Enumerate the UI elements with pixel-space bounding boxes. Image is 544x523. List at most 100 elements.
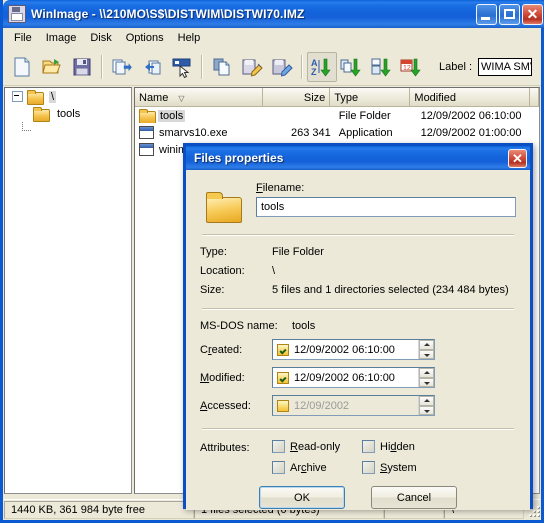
accessed-value: 12/09/2002 <box>294 399 350 412</box>
ok-button[interactable]: OK <box>259 486 345 509</box>
window-titlebar[interactable]: WinImage - \\210MO\S$\DISTWIM\DISTWI70.I… <box>3 0 544 28</box>
copy-file-button[interactable] <box>207 52 237 82</box>
inject-pencil-icon <box>272 59 293 76</box>
directory-tree[interactable]: \ tools <box>4 87 132 494</box>
write-disk-button[interactable] <box>107 52 137 82</box>
dialog-buttons: OK Cancel <box>200 486 516 509</box>
menu-options[interactable]: Options <box>119 30 171 46</box>
system-checkbox[interactable] <box>362 461 375 474</box>
svg-text:Z: Z <box>311 67 317 77</box>
column-header-name[interactable]: Name ▽ <box>135 88 264 106</box>
tree-item-root[interactable]: \ <box>5 88 131 105</box>
sort-name-button[interactable]: A Z <box>307 51 337 82</box>
attribute-system[interactable]: System <box>362 461 452 474</box>
read-disk-button[interactable] <box>137 52 167 82</box>
table-row[interactable]: smarvs10.exe 263 341 Application 12/09/2… <box>135 124 539 141</box>
main-window: WinImage - \\210MO\S$\DISTWIM\DISTWI70.I… <box>0 0 544 523</box>
window-controls: ✕ <box>476 3 544 25</box>
created-label: Created: <box>200 343 243 356</box>
new-image-button[interactable] <box>7 52 37 82</box>
column-header-modified[interactable]: Modified <box>410 88 530 106</box>
spin-up-icon <box>419 368 434 378</box>
select-properties-button[interactable] <box>167 52 197 82</box>
file-list-header: Name ▽ Size Type Modified <box>135 88 539 107</box>
copy-to-disk-icon <box>112 59 132 74</box>
sort-size-button[interactable] <box>367 52 397 82</box>
filename-input[interactable]: tools <box>256 197 516 217</box>
modified-spinner[interactable] <box>418 368 434 387</box>
accessed-spinner[interactable] <box>418 396 434 415</box>
location-value: \ <box>272 265 276 277</box>
read-only-checkbox[interactable] <box>272 440 285 453</box>
tree-expand-toggle[interactable] <box>12 91 23 102</box>
sort-type-button[interactable] <box>337 52 367 82</box>
minimize-button[interactable] <box>476 3 497 25</box>
extract-pencil-icon <box>242 59 263 76</box>
sort-date-button[interactable]: 12 <box>397 52 427 82</box>
folder-icon <box>27 89 44 105</box>
attribute-hidden[interactable]: Hidden <box>362 440 452 453</box>
close-button[interactable]: ✕ <box>522 3 543 25</box>
svg-text:12: 12 <box>403 65 411 72</box>
menu-image[interactable]: Image <box>39 30 84 46</box>
save-image-button[interactable] <box>67 52 97 82</box>
extract-button[interactable] <box>237 52 267 82</box>
file-modified-cell: 12/09/2002 06:10:00 <box>420 109 522 122</box>
toolbar-separator <box>201 54 203 79</box>
inject-button[interactable] <box>267 52 297 82</box>
menubar: File Image Disk Options Help <box>3 28 541 48</box>
divider <box>202 428 514 430</box>
msdos-name-label: MS-DOS name: <box>200 320 278 332</box>
type-value: File Folder <box>272 246 324 258</box>
created-spinbox[interactable]: 12/09/2002 06:10:00 <box>272 339 435 360</box>
spin-down-icon <box>419 349 434 359</box>
spin-up-icon <box>419 340 434 350</box>
column-header-name-label: Name <box>139 92 169 104</box>
open-folder-icon <box>42 58 61 73</box>
archive-checkbox[interactable] <box>272 461 285 474</box>
executable-icon <box>139 126 154 139</box>
column-header-size[interactable]: Size <box>263 88 331 106</box>
attribute-archive[interactable]: Archive <box>272 461 362 474</box>
system-label: System <box>380 461 417 474</box>
pointer-select-icon <box>172 58 191 78</box>
modified-checkbox[interactable] <box>277 371 289 384</box>
filename-section: Filename: tools <box>200 182 516 223</box>
floppy-disk-icon <box>8 5 26 23</box>
dialog-close-button[interactable]: ✕ <box>508 148 527 168</box>
dialog-title: Files properties <box>194 151 284 165</box>
tree-item-tools-label: tools <box>57 107 81 120</box>
cancel-button[interactable]: Cancel <box>371 486 457 509</box>
open-image-button[interactable] <box>37 52 67 82</box>
toolbar-separator <box>101 54 103 79</box>
size-value: 5 files and 1 directories selected (234 … <box>272 284 509 296</box>
table-row[interactable]: tools File Folder 12/09/2002 06:10:00 <box>135 107 539 124</box>
folder-icon <box>33 106 50 122</box>
accessed-checkbox[interactable] <box>277 399 289 412</box>
volume-label-input[interactable]: WIMA SMV <box>478 57 533 76</box>
created-checkbox[interactable] <box>277 343 289 356</box>
hidden-checkbox[interactable] <box>362 440 375 453</box>
attribute-read-only[interactable]: Read-only <box>272 440 362 453</box>
column-header-type[interactable]: Type <box>330 88 411 106</box>
hidden-label: Hidden <box>380 440 415 453</box>
dialog-titlebar[interactable]: Files properties ✕ <box>186 146 530 170</box>
menu-file[interactable]: File <box>7 30 39 46</box>
accessed-spinbox[interactable]: 12/09/2002 <box>272 395 435 416</box>
created-spinner[interactable] <box>418 340 434 359</box>
menu-help[interactable]: Help <box>171 30 208 46</box>
archive-label: Archive <box>290 461 327 474</box>
modified-label: Modified: <box>200 371 245 384</box>
file-size-cell: 263 341 <box>290 126 331 139</box>
tree-item-tools[interactable]: tools <box>5 105 131 122</box>
size-label: Size: <box>200 284 225 296</box>
modified-spinbox[interactable]: 12/09/2002 06:10:00 <box>272 367 435 388</box>
location-label: Location: <box>200 265 245 277</box>
location-row: Location: \ <box>200 265 516 277</box>
divider <box>202 308 514 310</box>
menu-disk[interactable]: Disk <box>83 30 118 46</box>
label-caption: Label : <box>439 60 473 73</box>
maximize-button[interactable] <box>499 3 520 25</box>
file-name-cell: smarvs10.exe <box>135 126 266 139</box>
floppy-save-icon <box>73 58 91 75</box>
